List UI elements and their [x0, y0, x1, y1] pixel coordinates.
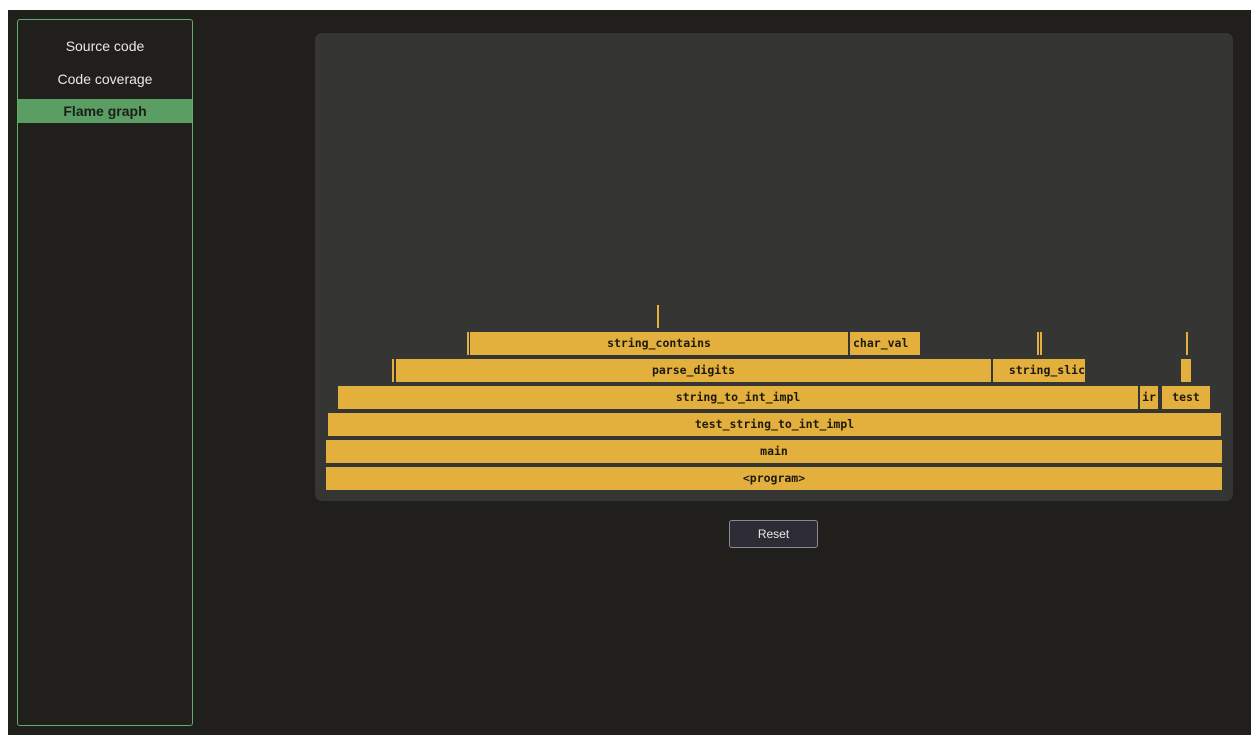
flame-frame-string-slice[interactable]: string_slic: [993, 359, 1085, 382]
flame-frame-char-val[interactable]: char_val: [850, 332, 920, 355]
flame-frame-small[interactable]: [467, 332, 469, 355]
flame-frame-small[interactable]: [1186, 332, 1188, 355]
flame-frame-ir[interactable]: ir: [1140, 386, 1158, 409]
flame-frame-test[interactable]: test: [1162, 386, 1210, 409]
reset-button[interactable]: Reset: [729, 520, 818, 548]
sidebar-item-code-coverage[interactable]: Code coverage: [18, 66, 192, 92]
app-window: Source code Code coverage Flame graph <p…: [8, 10, 1251, 735]
flame-frame-small[interactable]: [1040, 332, 1042, 355]
flame-frame-main[interactable]: main: [326, 440, 1222, 463]
flame-frame-program[interactable]: <program>: [326, 467, 1222, 490]
flame-graph-panel: <program> main test_string_to_int_impl s…: [315, 33, 1233, 501]
flame-frame-small[interactable]: [1037, 332, 1039, 355]
flame-frame-string-to-int-impl[interactable]: string_to_int_impl: [338, 386, 1138, 409]
flame-frame-test-string-to-int-impl[interactable]: test_string_to_int_impl: [328, 413, 1221, 436]
sidebar: Source code Code coverage Flame graph: [17, 19, 193, 726]
sidebar-item-source-code[interactable]: Source code: [18, 33, 192, 59]
flame-frame-small[interactable]: [657, 305, 659, 328]
flame-frame-small[interactable]: [392, 359, 394, 382]
flame-frame-small[interactable]: [1181, 359, 1191, 382]
flame-frame-parse-digits[interactable]: parse_digits: [396, 359, 991, 382]
sidebar-item-flame-graph[interactable]: Flame graph: [18, 99, 192, 123]
flame-frame-string-contains[interactable]: string_contains: [470, 332, 848, 355]
